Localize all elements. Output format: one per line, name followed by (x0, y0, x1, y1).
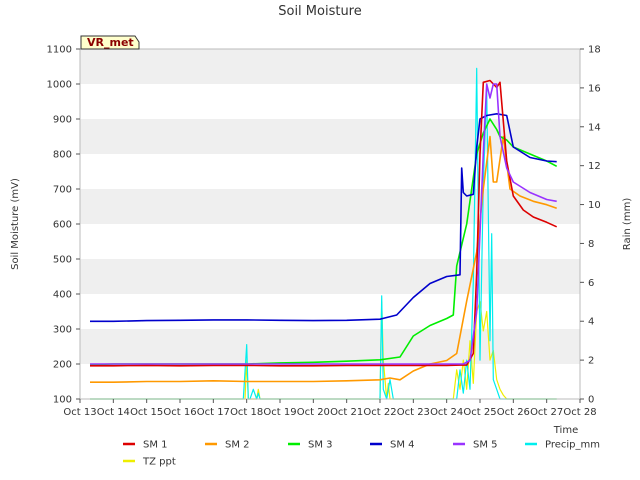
y-axis-left: 100 200 300 400 500 600 700 800 900 1000 1100 (47, 45, 80, 406)
y-left-tick-label: 600 (53, 220, 72, 231)
background-bands (80, 49, 580, 399)
background-band (80, 224, 580, 259)
badge-label: VR_met (87, 36, 134, 49)
station-badge: VR_met (80, 35, 140, 50)
y-left-tick-label: 500 (53, 255, 72, 266)
legend: SM 1 SM 2 SM 3 SM 4 SM 5 Precip_mm TZ ppt (123, 440, 600, 468)
x-tick-label: Oct 17 (197, 407, 230, 418)
y-right-tick-label: 8 (588, 239, 594, 250)
y-right-tick-label: 6 (588, 278, 594, 289)
y-left-tick-label: 1100 (47, 45, 72, 56)
y-left-tick-label: 100 (53, 395, 72, 406)
x-tick-label: Oct 23 (397, 407, 430, 418)
y-right-tick-label: 12 (588, 161, 601, 172)
legend-item: SM 5 (453, 440, 498, 451)
legend-item: Precip_mm (525, 440, 600, 451)
legend-label: TZ ppt (142, 457, 176, 468)
x-axis: Oct 13 Oct 14 Oct 15 Oct 16 Oct 17 Oct 18 Oct … (63, 399, 597, 418)
legend-item: SM 1 (123, 440, 168, 451)
y-right-tick-label: 16 (588, 83, 601, 94)
background-band (80, 189, 580, 224)
legend-item: SM 2 (205, 440, 250, 451)
x-axis-label: Time (553, 425, 578, 436)
y-left-tick-label: 800 (53, 150, 72, 161)
y-right-tick-label: 0 (588, 395, 594, 406)
y-axis-left-label: Soil Moisture (mV) (10, 178, 21, 270)
y-left-tick-label: 400 (53, 290, 72, 301)
y-left-tick-label: 700 (53, 185, 72, 196)
x-tick-label: Oct 21 (330, 407, 363, 418)
y-axis-right: 0 2 4 6 8 10 12 14 16 18 (580, 45, 601, 406)
x-tick-label: Oct 24 (430, 407, 463, 418)
x-tick-label: Oct 19 (263, 407, 296, 418)
y-right-tick-label: 2 (588, 356, 594, 367)
x-tick-label: Oct 18 (230, 407, 263, 418)
y-left-tick-label: 1000 (47, 80, 72, 91)
background-band (80, 329, 580, 364)
y-right-tick-label: 10 (588, 200, 601, 211)
legend-label: SM 2 (225, 440, 250, 451)
chart-title: Soil Moisture (278, 4, 362, 19)
soil-moisture-chart: Oct 13 Oct 14 Oct 15 Oct 16 Oct 17 Oct 18 Oct … (10, 4, 633, 468)
legend-label: SM 4 (390, 440, 415, 451)
legend-item: SM 4 (370, 440, 415, 451)
legend-label: SM 5 (473, 440, 498, 451)
y-axis-right-label: Rain (mm) (622, 198, 633, 251)
legend-label: SM 1 (143, 440, 168, 451)
legend-label: Precip_mm (545, 440, 600, 451)
x-tick-label: Oct 14 (97, 407, 130, 418)
y-left-tick-label: 900 (53, 115, 72, 126)
legend-label: SM 3 (308, 440, 333, 451)
x-tick-label: Oct 26 (497, 407, 530, 418)
x-tick-label: Oct 13 (63, 407, 96, 418)
x-tick-label: Oct 22 (363, 407, 396, 418)
x-tick-label: Oct 15 (130, 407, 163, 418)
legend-item: TZ ppt (123, 457, 176, 468)
x-tick-label: Oct 20 (297, 407, 330, 418)
y-left-tick-label: 200 (53, 360, 72, 371)
y-left-tick-label: 300 (53, 325, 72, 336)
background-band (80, 294, 580, 329)
background-band (80, 49, 580, 84)
y-right-tick-label: 18 (588, 45, 601, 56)
x-tick-label: Oct 27 (530, 407, 563, 418)
background-band (80, 84, 580, 119)
x-tick-label: Oct 28 (563, 407, 596, 418)
x-tick-label: Oct 25 (463, 407, 496, 418)
legend-item: SM 3 (288, 440, 333, 451)
y-right-tick-label: 4 (588, 317, 594, 328)
x-tick-label: Oct 16 (163, 407, 196, 418)
y-right-tick-label: 14 (588, 122, 601, 133)
background-band (80, 259, 580, 294)
